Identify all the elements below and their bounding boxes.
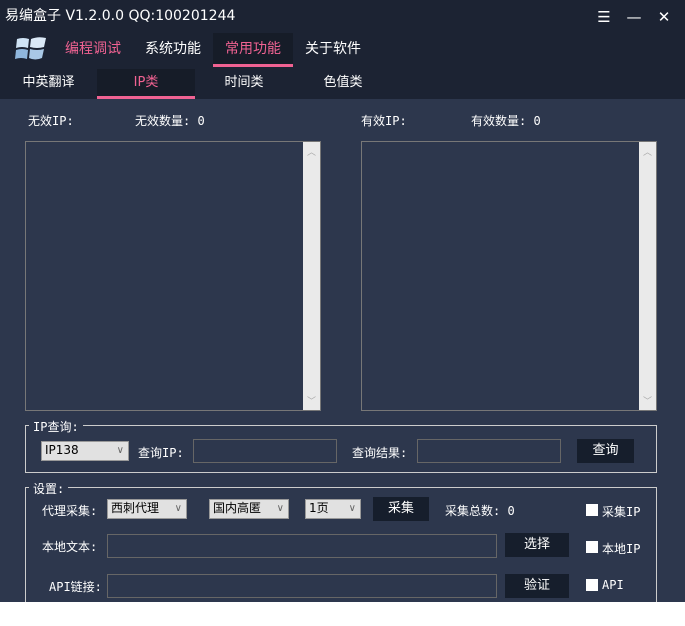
bottom-area [0,602,685,626]
invalid-ip-list[interactable]: ︿ ﹀ [25,141,321,411]
verify-button[interactable]: 验证 [505,574,569,598]
scrollbar[interactable]: ︿ ﹀ [303,142,320,410]
invalid-count-label: 无效数量: 0 [135,114,205,128]
choose-button[interactable]: 选择 [505,533,569,557]
menu-programming-debug[interactable]: 编程调试 [53,33,133,67]
menu-system-functions[interactable]: 系统功能 [133,33,213,67]
invalid-ip-label: 无效IP: [28,114,74,128]
proxy-source-select[interactable]: 西刺代理 ∨ [107,499,187,519]
query-ip-label: 查询IP: [138,446,184,460]
collect-total-label: 采集总数: 0 [445,504,515,518]
tab-color[interactable]: 色值类 [293,69,393,99]
proxy-type-select[interactable]: 国内高匿 ∨ [209,499,289,519]
app-window: 易编盒子 V1.2.0.0 QQ:100201244 ☰ — ✕ 编程调试 系统… [0,0,685,617]
minimize-icon[interactable]: — [624,8,644,26]
window-title: 易编盒子 V1.2.0.0 QQ:100201244 [5,8,236,24]
menu-common-functions[interactable]: 常用功能 [213,33,293,67]
collect-ip-checkbox[interactable] [586,504,598,516]
tab-translate[interactable]: 中英翻译 [0,69,97,99]
collect-total: 0 [507,504,515,518]
ip-query-group-label: IP查询: [29,418,83,435]
valid-ip-label: 有效IP: [361,114,407,128]
query-result-input[interactable] [417,439,561,463]
proxy-collect-label: 代理采集: [42,504,98,518]
local-text-label: 本地文本: [42,540,98,554]
menu-about[interactable]: 关于软件 [293,33,373,67]
local-text-input[interactable] [107,534,497,558]
query-button[interactable]: 查询 [577,439,634,463]
pages-select[interactable]: 1页 ∨ [305,499,361,519]
query-result-label: 查询结果: [352,446,408,460]
collect-ip-checkbox-label: 采集IP [602,505,641,519]
valid-ip-list[interactable]: ︿ ﹀ [361,141,657,411]
windows-logo-icon [15,37,46,60]
ip-source-select[interactable]: IP138 ∨ [41,441,129,461]
tab-time[interactable]: 时间类 [195,69,293,99]
query-ip-input[interactable] [193,439,337,463]
local-ip-checkbox[interactable] [586,541,598,553]
settings-group-label: 设置: [29,480,69,497]
valid-count-label: 有效数量: 0 [471,114,541,128]
collect-button[interactable]: 采集 [373,497,429,521]
local-ip-checkbox-label: 本地IP [602,542,641,556]
tab-ip[interactable]: IP类 [97,69,195,99]
scrollbar[interactable]: ︿ ﹀ [639,142,656,410]
menu-icon[interactable]: ☰ [594,8,614,26]
valid-count: 0 [533,114,541,128]
api-link-input[interactable] [107,574,497,598]
close-icon[interactable]: ✕ [654,8,674,26]
invalid-count: 0 [197,114,205,128]
api-checkbox[interactable] [586,579,598,591]
api-checkbox-label: API [602,578,624,592]
api-link-label: API链接: [49,580,102,594]
